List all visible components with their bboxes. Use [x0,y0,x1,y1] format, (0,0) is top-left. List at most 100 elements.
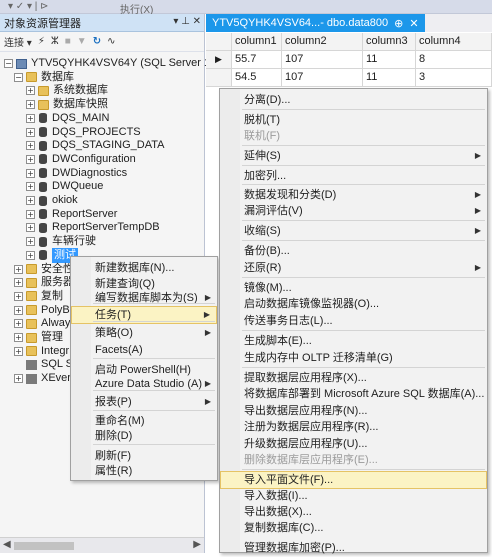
folder-icon [26,277,37,288]
menu-item[interactable]: 收缩(S) ▶ [220,222,487,240]
menu-item[interactable]: 复制数据库(C)... [220,519,487,537]
menu-item[interactable]: 漏洞评估(V) ▶ [220,202,487,220]
menu-item[interactable]: 属性(R) [71,462,217,480]
menu-item[interactable]: 删除(D) [71,427,217,445]
grid-cell[interactable]: 54.5 [232,69,282,87]
expand-icon[interactable]: + [14,264,23,274]
expand-icon[interactable]: + [26,223,35,233]
menu-item[interactable]: 备份(B)... [220,242,487,260]
tree-node[interactable]: + XEver [14,371,71,386]
scrollbar-thumb[interactable] [14,542,74,550]
expand-icon[interactable]: + [26,168,35,178]
menu-item[interactable]: 编写数据库脚本为(S) ▶ [71,289,217,307]
toolbar-icons[interactable]: ▾ ✓ ▾ | ⊳ [8,1,49,12]
expand-icon[interactable]: + [14,291,23,301]
expand-icon[interactable]: + [14,374,23,384]
menu-item[interactable]: 联机(F) [220,127,487,145]
menu-item[interactable]: 加密列... [220,167,487,185]
panel-controls[interactable]: ▾ ⊥ ✕ [173,16,201,27]
menu-item[interactable]: 注册为数据层应用程序(R)... [220,418,487,436]
menu-item[interactable]: 生成脚本(E)... [220,332,487,350]
menu-separator [93,321,215,322]
expand-icon[interactable]: + [26,100,35,110]
expand-icon[interactable]: + [26,86,35,96]
menu-separator [93,410,215,411]
grid-cell[interactable]: 3 [416,69,492,87]
expand-icon[interactable]: + [26,209,35,219]
menu-separator [242,165,485,166]
grid-cell[interactable]: 107 [282,51,363,69]
stop-icon[interactable]: ■ [65,36,71,47]
object-explorer-toolbar: 连接 ▾ ⚡ ⵣ ■ ▼ ↻ ∿ [0,32,204,52]
column-header[interactable]: column3 [363,33,416,51]
pin-icon[interactable]: ⊕ [394,17,403,30]
activity-monitor-icon[interactable]: ∿ [107,36,115,47]
menu-item-label: 删除(D) [95,430,133,442]
scroll-left-icon[interactable]: ◀ [3,539,11,550]
row-selector[interactable]: ▶ [206,51,232,69]
expand-icon[interactable]: + [14,278,23,288]
collapse-icon[interactable]: − [14,72,23,82]
menu-item-label: 注册为数据层应用程序(R)... [244,421,379,433]
menu-item[interactable]: 将数据库部署到 Microsoft Azure SQL 数据库(A)... [220,385,487,403]
menu-item-label: 分离(D)... [244,94,291,106]
menu-item[interactable]: 延伸(S) ▶ [220,147,487,165]
expand-icon[interactable]: + [26,154,35,164]
column-header[interactable]: column2 [282,33,363,51]
menu-item-label: 加密列... [244,170,287,182]
column-header[interactable]: column1 [232,33,282,51]
folder-icon [38,99,49,110]
close-icon[interactable]: ✕ [409,17,418,30]
disconnect-icon[interactable]: ⵣ [51,36,59,47]
expand-icon[interactable]: + [26,127,35,137]
menu-item[interactable]: Facets(A) [71,341,217,359]
connect-icon[interactable]: ⚡ [38,36,45,47]
object-explorer-title: 对象资源管理器 [4,17,81,30]
menu-item[interactable]: 管理数据库加密(P)... [220,539,487,557]
menu-item[interactable]: 传送事务日志(L)... [220,312,487,330]
menu-separator [242,277,485,278]
menu-item[interactable]: 删除数据库层应用程序(E)... [220,451,487,469]
grid-cell[interactable]: 11 [363,69,416,87]
expand-icon[interactable]: + [14,319,23,329]
connect-button[interactable]: 连接 ▾ [4,34,32,49]
expand-icon[interactable]: + [14,333,23,342]
expand-icon[interactable]: + [14,305,23,315]
row-selector[interactable] [206,33,232,51]
submenu-arrow-icon: ▶ [204,293,211,302]
grid-cell[interactable]: 8 [416,51,492,69]
horizontal-scrollbar[interactable]: ◀ ▶ [0,537,204,553]
submenu-arrow-icon: ▶ [204,397,211,406]
menu-item-label: Facets(A) [95,344,143,356]
folder-icon [26,72,37,83]
expand-icon[interactable]: + [26,196,35,205]
expand-icon[interactable]: + [26,141,35,151]
collapse-icon[interactable]: − [4,59,13,68]
menu-item[interactable]: 分离(D)... [220,91,487,109]
menu-item[interactable]: 还原(R) ▶ [220,259,487,277]
refresh-icon[interactable]: ↻ [93,36,101,47]
menu-item[interactable]: 报表(P) ▶ [71,393,217,411]
tab-data800[interactable]: YTV5QYHK4VSV64...- dbo.data800 ⊕ ✕ [206,14,425,32]
menu-item[interactable]: 生成内存中 OLTP 迁移清单(G) [220,349,487,367]
expand-icon[interactable]: + [26,250,35,260]
menu-separator [93,444,215,445]
column-header[interactable]: column4 [416,33,492,51]
menu-item[interactable]: 策略(O) ▶ [71,324,217,342]
menu-item-label: 刷新(F) [95,450,132,462]
filter-icon[interactable]: ▼ [77,36,87,47]
expand-icon[interactable]: + [26,113,35,123]
menu-item[interactable]: 启动数据库镜像监视器(O)... [220,295,487,313]
expand-icon[interactable]: + [14,346,23,356]
grid-cell[interactable]: 55.7 [232,51,282,69]
database-icon [39,195,47,206]
expand-icon[interactable]: + [26,182,35,192]
submenu-arrow-icon: ▶ [474,226,481,235]
scroll-right-icon[interactable]: ▶ [193,539,201,550]
menu-item-label: 联机(F) [244,130,281,142]
expand-icon[interactable]: + [26,237,35,247]
row-selector[interactable] [206,69,232,87]
grid-cell[interactable]: 11 [363,51,416,69]
menu-item-label: 升级数据层应用程序(U)... [244,438,368,450]
grid-cell[interactable]: 107 [282,69,363,87]
